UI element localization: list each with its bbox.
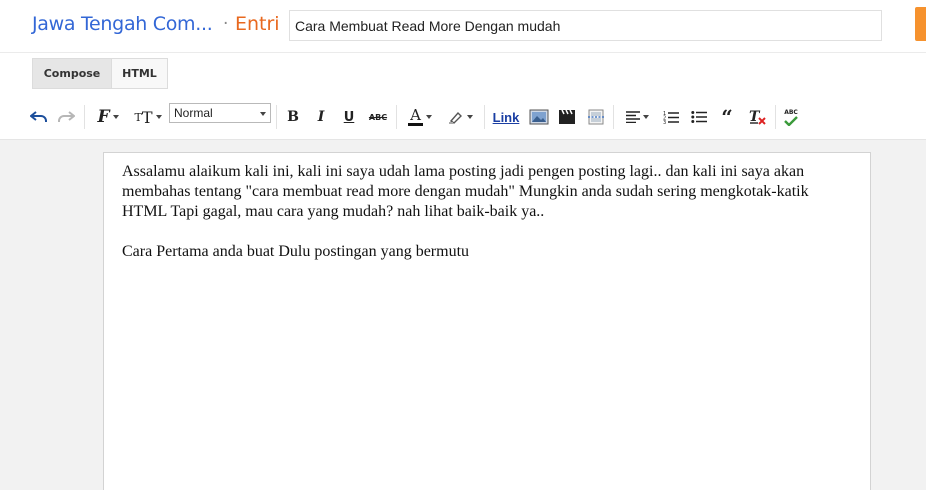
bullet-list-icon[interactable]: [689, 106, 709, 128]
blog-title-link[interactable]: Jawa Tengah Com...: [32, 13, 213, 35]
text-color-letter: A: [408, 106, 423, 126]
tab-html[interactable]: HTML: [111, 58, 168, 89]
breadcrumb-separator: ·: [223, 14, 229, 34]
clear-formatting-icon[interactable]: T: [746, 106, 768, 128]
video-icon[interactable]: [557, 106, 577, 128]
quote-icon[interactable]: “: [717, 106, 737, 128]
toolbar-divider: [84, 105, 85, 129]
mode-tabs: Compose HTML: [0, 53, 926, 95]
spellcheck-icon[interactable]: ABC: [781, 106, 801, 128]
post-editor-page: Jawa Tengah Com... · Entri Compose HTML …: [0, 0, 926, 490]
paragraph-style-value: Normal: [174, 106, 213, 120]
post-title-input[interactable]: [289, 10, 882, 41]
toolbar-divider: [396, 105, 397, 129]
tab-compose[interactable]: Compose: [32, 58, 112, 89]
post-paragraph: Assalamu alaikum kali ini, kali ini saya…: [122, 163, 809, 220]
highlight-icon[interactable]: [443, 106, 477, 128]
text-color-icon[interactable]: A: [403, 106, 437, 128]
toolbar-divider: [276, 105, 277, 129]
spellcheck-label: ABC: [784, 108, 798, 116]
align-icon[interactable]: [621, 106, 653, 128]
toolbar-divider: [484, 105, 485, 129]
post-body-editor[interactable]: Assalamu alaikum kali ini, kali ini saya…: [103, 152, 871, 490]
link-button[interactable]: Link: [491, 106, 521, 128]
paragraph-style-select[interactable]: Normal: [169, 103, 271, 123]
numbered-list-icon[interactable]: 123: [661, 106, 681, 128]
jump-break-icon[interactable]: [586, 106, 606, 128]
redo-icon[interactable]: [56, 106, 76, 128]
formatting-toolbar: F TT Normal B I U ABC A Link 1 2 3 “ T A…: [0, 95, 926, 140]
undo-icon[interactable]: [29, 106, 49, 128]
font-family-icon[interactable]: F: [92, 106, 124, 128]
underline-icon[interactable]: U: [341, 106, 357, 128]
editor-header: Jawa Tengah Com... · Entri: [0, 0, 926, 53]
strikethrough-icon[interactable]: ABC: [367, 106, 389, 128]
italic-icon[interactable]: I: [313, 106, 329, 128]
publish-button[interactable]: [915, 7, 926, 41]
image-icon[interactable]: [528, 106, 550, 128]
toolbar-divider: [613, 105, 614, 129]
breadcrumb-entri: Entri: [235, 13, 280, 35]
bold-icon[interactable]: B: [285, 106, 301, 128]
svg-text:3: 3: [663, 120, 666, 124]
font-size-icon[interactable]: TT: [130, 106, 166, 128]
toolbar-divider: [775, 105, 776, 129]
post-paragraph: Cara Pertama anda buat Dulu postingan ya…: [122, 243, 470, 260]
